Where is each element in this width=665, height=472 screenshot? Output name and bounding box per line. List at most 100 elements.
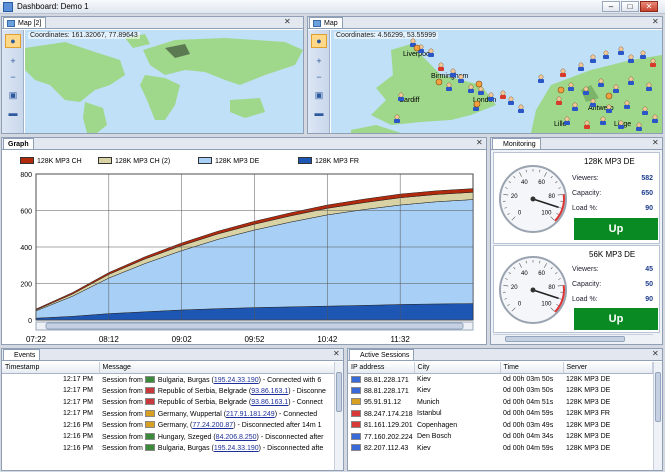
server-marker-icon[interactable]	[475, 80, 483, 88]
close-window-button[interactable]: ✕	[640, 1, 658, 12]
session-marker-icon[interactable]	[446, 82, 452, 91]
fit-view-icon[interactable]: ▣	[5, 88, 21, 102]
close-icon[interactable]: ✕	[652, 138, 659, 147]
table-row[interactable]: 95.91.91.12 Munich 0d 00h 04m 51s 128K M…	[348, 397, 652, 409]
table-row[interactable]: 12:16 PM Session from Germany, (77.24.20…	[2, 420, 334, 432]
table-row[interactable]: 81.161.129.201 Copenhagen 0d 00h 03m 49s…	[348, 420, 652, 432]
session-marker-icon[interactable]	[628, 54, 634, 63]
zoom-in-icon[interactable]: +	[311, 54, 327, 68]
ip-link[interactable]: 195.24.33.190	[214, 377, 259, 384]
session-marker-icon[interactable]	[636, 122, 642, 131]
table-row[interactable]: 12:17 PM Session from Bulgaria, Burgas (…	[2, 374, 334, 386]
session-marker-icon[interactable]	[606, 104, 612, 113]
zoom-out-icon[interactable]: −	[5, 70, 21, 84]
events-vertical-scrollbar[interactable]	[334, 362, 343, 470]
ip-link[interactable]: 93.86.163.1	[251, 388, 288, 395]
session-marker-icon[interactable]	[584, 120, 590, 129]
ip-link[interactable]: 77.24.200.87	[192, 422, 233, 429]
column-header[interactable]: IP address	[348, 362, 415, 374]
session-marker-icon[interactable]	[478, 86, 484, 95]
tab-events[interactable]: Events	[3, 349, 41, 360]
session-marker-icon[interactable]	[642, 106, 648, 115]
session-marker-icon[interactable]	[560, 68, 566, 77]
session-marker-icon[interactable]	[618, 120, 624, 129]
close-icon[interactable]: ✕	[333, 349, 340, 358]
maximize-button[interactable]: □	[621, 1, 639, 12]
session-marker-icon[interactable]	[650, 58, 656, 67]
session-marker-icon[interactable]	[428, 48, 434, 57]
scroll-thumb[interactable]	[45, 322, 464, 330]
table-row[interactable]: 12:16 PM Session from Hungary, Szeged (8…	[2, 431, 334, 443]
table-row[interactable]: 88.247.174.218 Istanbul 0d 00h 04m 59s 1…	[348, 408, 652, 420]
session-marker-icon[interactable]	[590, 54, 596, 63]
table-row[interactable]: 88.81.228.171 Kiev 0d 00h 03m 50s 128K M…	[348, 385, 652, 397]
session-marker-icon[interactable]	[518, 104, 524, 113]
column-header[interactable]: City	[414, 362, 501, 374]
table-row[interactable]: 12:16 PM Session from Bulgaria, Burgas (…	[2, 443, 334, 455]
tab-map-2[interactable]: Map [2]	[3, 17, 47, 28]
session-marker-icon[interactable]	[556, 96, 562, 105]
session-marker-icon[interactable]	[488, 92, 494, 101]
ip-link[interactable]: 217.91.181.249	[226, 411, 275, 418]
session-marker-icon[interactable]	[590, 98, 596, 107]
ip-link[interactable]: 84.206.8.250	[216, 434, 257, 441]
session-marker-icon[interactable]	[564, 116, 570, 125]
column-header[interactable]: Timestamp	[2, 362, 100, 374]
close-icon[interactable]: ✕	[652, 349, 659, 358]
session-marker-icon[interactable]	[652, 114, 658, 123]
session-marker-icon[interactable]	[628, 76, 634, 85]
server-marker-icon[interactable]	[413, 44, 421, 52]
session-marker-icon[interactable]	[394, 114, 400, 123]
close-icon[interactable]: ✕	[476, 138, 483, 147]
session-marker-icon[interactable]	[538, 74, 544, 83]
session-marker-icon[interactable]	[624, 100, 630, 109]
session-marker-icon[interactable]	[438, 62, 444, 71]
tab-graph[interactable]: Graph	[3, 138, 34, 149]
table-row[interactable]: 77.160.202.224 Den Bosch 0d 00h 04m 34s …	[348, 431, 652, 443]
session-marker-icon[interactable]	[500, 90, 506, 99]
zoom-out-icon[interactable]: −	[311, 70, 327, 84]
table-row[interactable]: 88.81.228.171 Kiev 0d 00h 03m 50s 128K M…	[348, 374, 652, 386]
session-marker-icon[interactable]	[398, 92, 404, 101]
session-marker-icon[interactable]	[603, 50, 609, 59]
tab-monitoring[interactable]: Monitoring	[492, 138, 541, 149]
globe-tool-icon[interactable]: ●	[5, 34, 21, 48]
session-marker-icon[interactable]	[468, 84, 474, 93]
server-marker-icon[interactable]	[557, 86, 565, 94]
session-marker-icon[interactable]	[598, 78, 604, 87]
session-marker-icon[interactable]	[568, 82, 574, 91]
session-marker-icon[interactable]	[618, 46, 624, 55]
sessions-vertical-scrollbar[interactable]	[653, 362, 662, 470]
server-marker-icon[interactable]	[473, 100, 481, 108]
session-marker-icon[interactable]	[613, 84, 619, 93]
column-header[interactable]: Time	[500, 362, 564, 374]
session-marker-icon[interactable]	[578, 62, 584, 71]
session-marker-icon[interactable]	[600, 116, 606, 125]
table-row[interactable]: 12:17 PM Session from Republic of Serbia…	[2, 397, 334, 409]
session-marker-icon[interactable]	[458, 74, 464, 83]
session-marker-icon[interactable]	[646, 82, 652, 91]
column-header[interactable]: Message	[99, 362, 335, 374]
close-icon[interactable]: ✕	[652, 17, 659, 26]
session-marker-icon[interactable]	[508, 96, 514, 105]
tab-active-sessions[interactable]: Active Sessions	[349, 349, 415, 360]
server-marker-icon[interactable]	[435, 78, 443, 86]
table-row[interactable]: 82.207.112.43 Kiev 0d 00h 04m 59s 128K M…	[348, 443, 652, 455]
zoom-in-icon[interactable]: +	[5, 54, 21, 68]
tab-map[interactable]: Map	[309, 17, 343, 28]
session-marker-icon[interactable]	[583, 86, 589, 95]
column-header[interactable]: Server	[563, 362, 653, 374]
layer-icon[interactable]: ▬	[5, 106, 21, 120]
monitor-horizontal-scrollbar[interactable]	[493, 334, 653, 343]
table-row[interactable]: 12:17 PM Session from Germany, Wuppertal…	[2, 408, 334, 420]
globe-tool-icon[interactable]: ●	[311, 34, 327, 48]
session-marker-icon[interactable]	[640, 50, 646, 59]
world-map[interactable]	[25, 30, 303, 133]
table-row[interactable]: 12:17 PM Session from Republic of Serbia…	[2, 385, 334, 397]
session-marker-icon[interactable]	[450, 68, 456, 77]
ip-link[interactable]: 195.24.33.190	[214, 445, 259, 452]
ip-link[interactable]: 93.86.163.1	[251, 399, 288, 406]
minimize-button[interactable]: –	[602, 1, 620, 12]
fit-view-icon[interactable]: ▣	[311, 88, 327, 102]
layer-icon[interactable]: ▬	[311, 106, 327, 120]
